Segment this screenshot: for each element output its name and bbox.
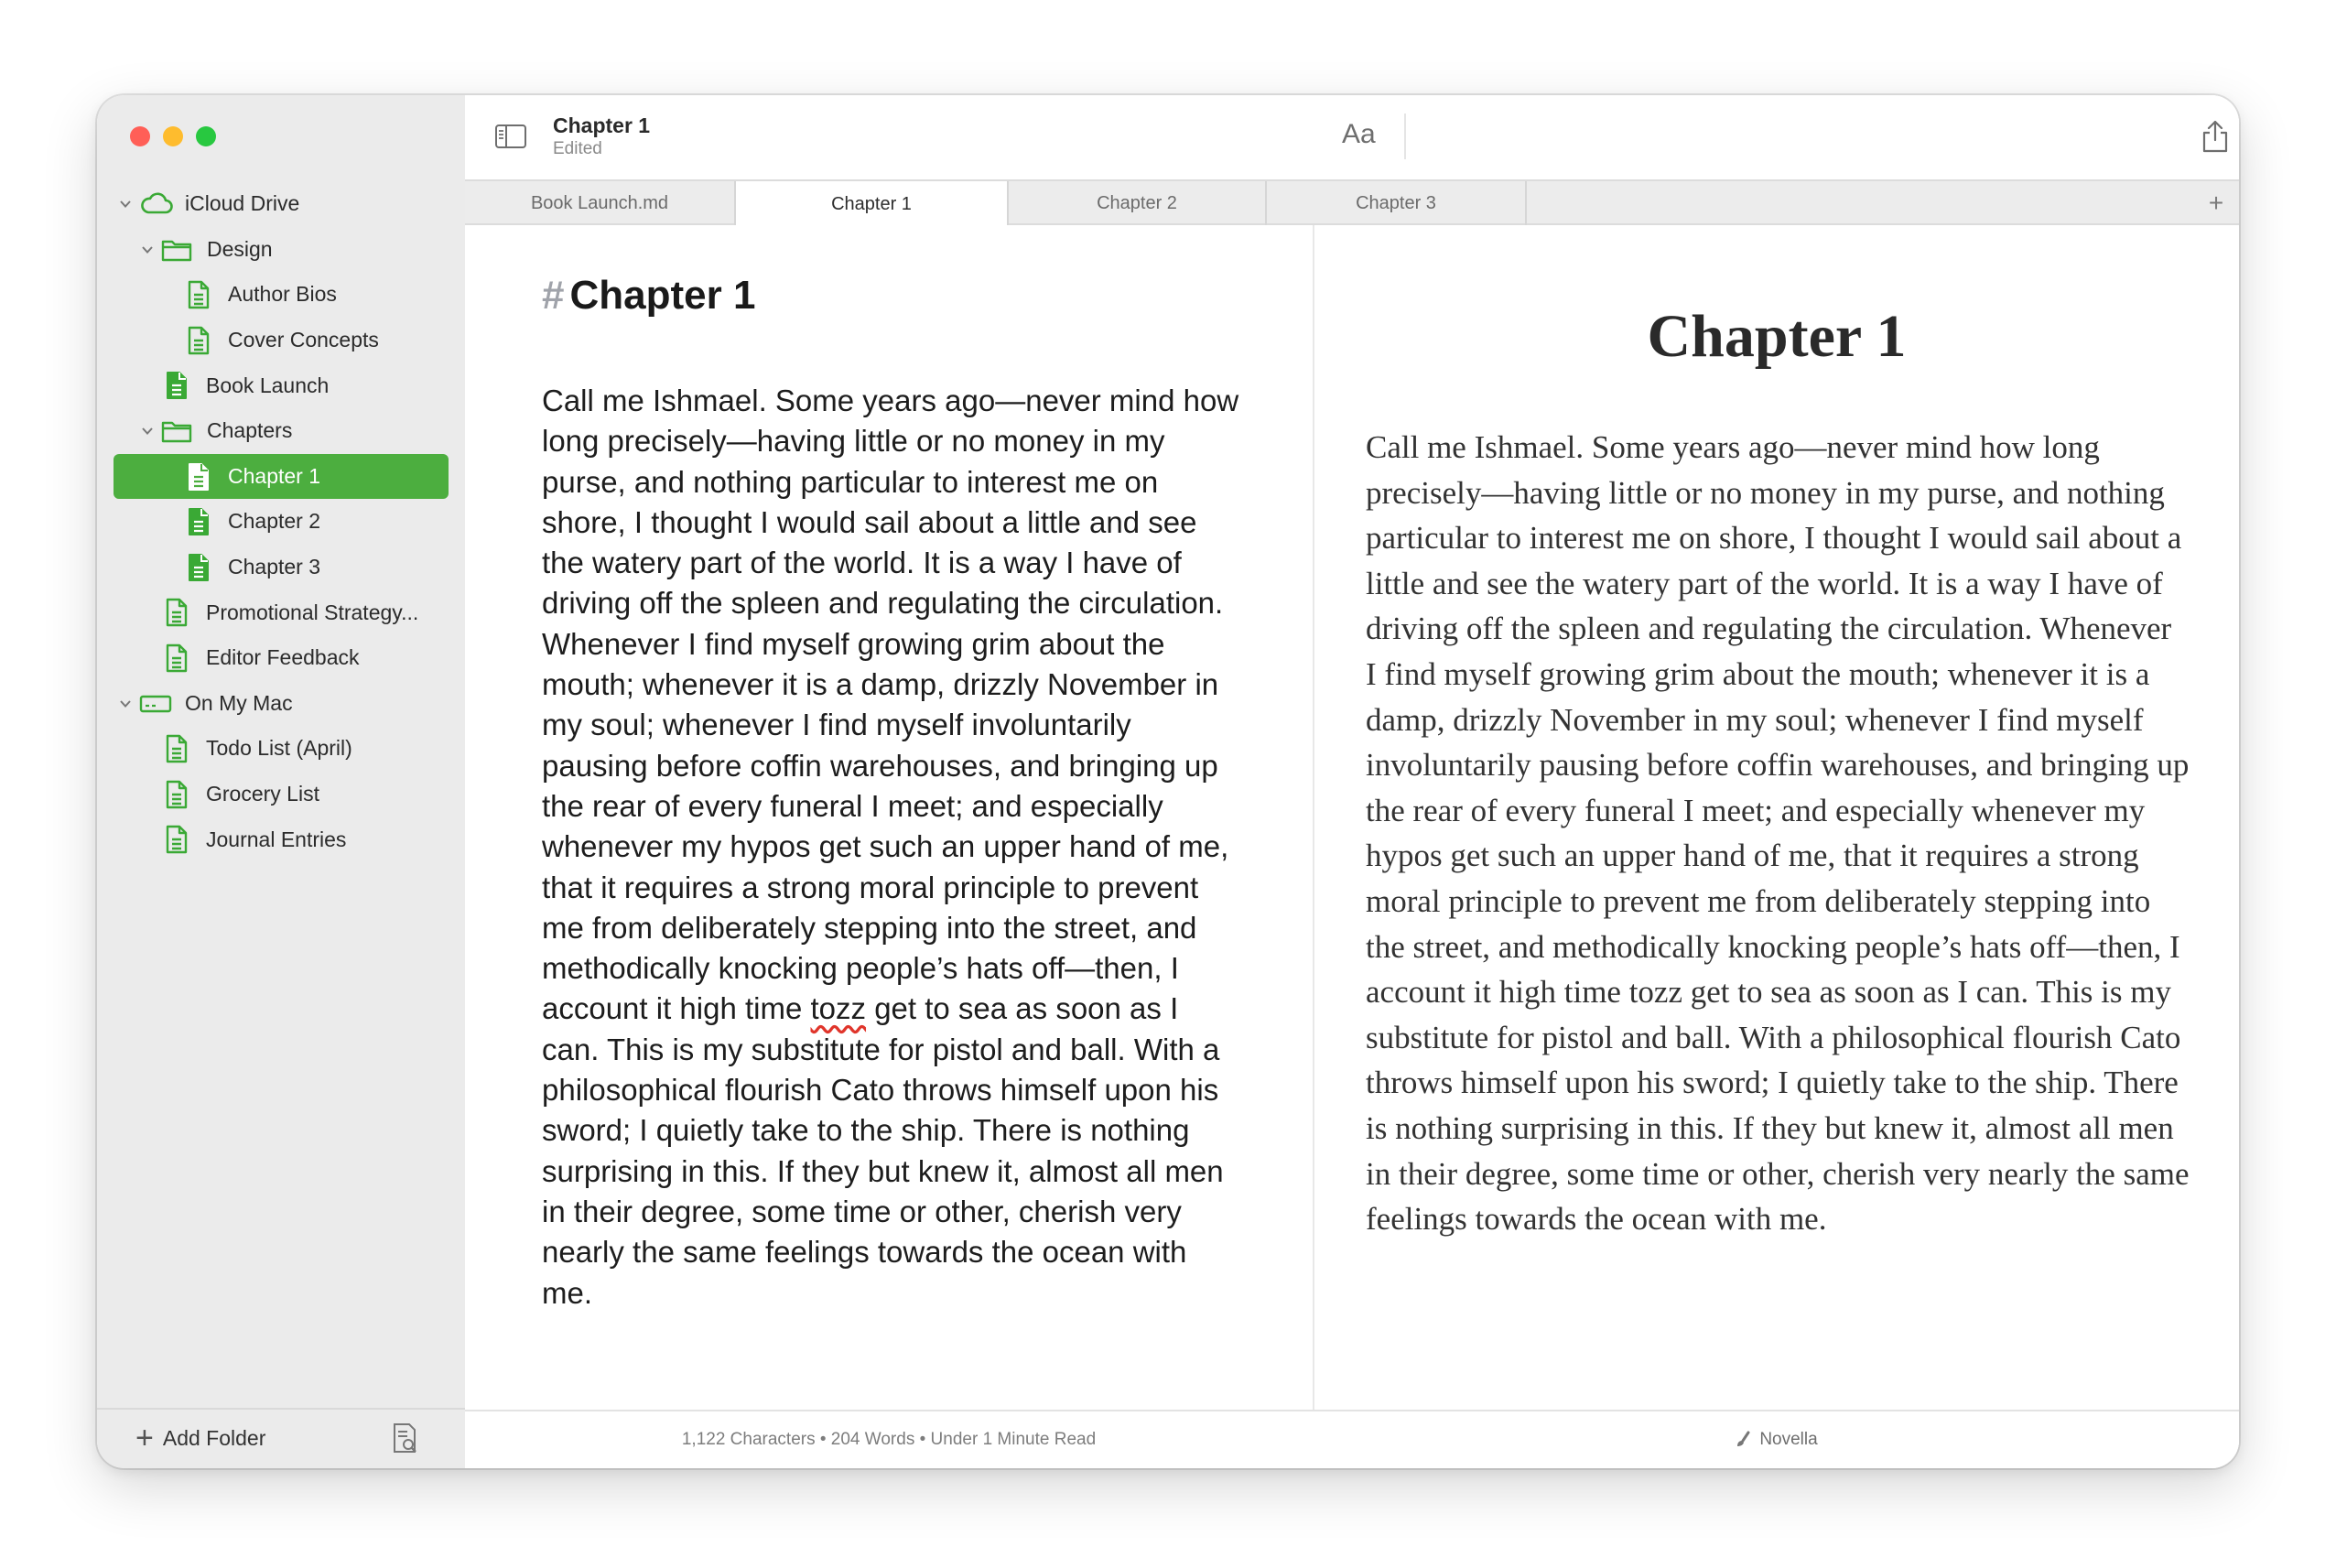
tab-bar: Book Launch.md Chapter 1 Chapter 2 Chapt… bbox=[465, 179, 2239, 227]
tree-item-chapter-1[interactable]: Chapter 1 bbox=[114, 453, 449, 500]
add-folder-label: Add Folder bbox=[162, 1425, 266, 1450]
tree-item-chapter-2[interactable]: Chapter 2 bbox=[97, 499, 465, 545]
tree-item-label: Chapter 1 bbox=[228, 463, 321, 488]
tree-item-chapter-3[interactable]: Chapter 3 bbox=[97, 545, 465, 590]
tree-item-label: Todo List (April) bbox=[206, 736, 352, 761]
document-status: Edited bbox=[553, 139, 602, 158]
chevron-down-icon[interactable] bbox=[141, 243, 154, 256]
sidebar-toggle-icon[interactable] bbox=[494, 123, 527, 150]
document-icon bbox=[166, 643, 188, 673]
document-filled-icon bbox=[189, 462, 209, 491]
tree-item-label: Chapters bbox=[207, 418, 293, 443]
document-search-icon[interactable] bbox=[392, 1422, 419, 1455]
document-title: Chapter 1 bbox=[553, 114, 651, 137]
heading-marker: # bbox=[542, 273, 565, 318]
tree-item-chapters[interactable]: Chapters bbox=[97, 408, 465, 454]
tree-item-label: Editor Feedback bbox=[206, 645, 360, 670]
tab-book-launch[interactable]: Book Launch.md bbox=[465, 181, 736, 225]
tree-item-label: Chapter 2 bbox=[228, 509, 321, 534]
tree-item-label: Cover Concepts bbox=[228, 328, 379, 352]
tab-chapter-2[interactable]: Chapter 2 bbox=[1009, 181, 1267, 225]
editor-heading-text: Chapter 1 bbox=[569, 273, 756, 318]
file-tree: iCloud Drive Design Author Bios Cover Co… bbox=[97, 181, 465, 862]
folder-icon bbox=[161, 240, 192, 261]
tree-item-label: Journal Entries bbox=[206, 827, 347, 851]
app-window: iCloud Drive Design Author Bios Cover Co… bbox=[97, 95, 2239, 1468]
tree-item-todo-list[interactable]: Todo List (April) bbox=[97, 726, 465, 772]
tree-item-label: Author Bios bbox=[228, 282, 337, 307]
close-window-button[interactable] bbox=[130, 126, 150, 146]
tree-item-icloud-drive[interactable]: iCloud Drive bbox=[97, 181, 465, 227]
document-statistics: 1,122 Characters • 204 Words • Under 1 M… bbox=[681, 1430, 1097, 1449]
editor-text[interactable]: Call me Ishmael. Some years ago—never mi… bbox=[542, 381, 1243, 1314]
tree-item-label: Chapter 3 bbox=[228, 555, 321, 579]
sidebar: iCloud Drive Design Author Bios Cover Co… bbox=[97, 95, 467, 1468]
document-filled-icon bbox=[189, 553, 209, 581]
disk-icon bbox=[139, 695, 172, 712]
paintbrush-icon bbox=[1737, 1431, 1750, 1446]
status-bar: 1,122 Characters • 204 Words • Under 1 M… bbox=[465, 1410, 2239, 1468]
tree-item-design[interactable]: Design bbox=[97, 227, 465, 273]
theme-name: Novella bbox=[1759, 1430, 1818, 1449]
tree-item-grocery-list[interactable]: Grocery List bbox=[97, 772, 465, 817]
document-filled-icon bbox=[167, 372, 187, 400]
tree-item-cover-concepts[interactable]: Cover Concepts bbox=[97, 318, 465, 363]
tree-item-label: On My Mac bbox=[185, 690, 293, 715]
preview-heading: Chapter 1 bbox=[1647, 303, 1907, 370]
chevron-down-icon[interactable] bbox=[119, 697, 132, 710]
document-icon bbox=[166, 826, 188, 854]
tab-chapter-1[interactable]: Chapter 1 bbox=[736, 181, 1009, 227]
tree-item-editor-feedback[interactable]: Editor Feedback bbox=[97, 635, 465, 681]
minimize-window-button[interactable] bbox=[163, 126, 183, 146]
misspelled-word[interactable]: tozz bbox=[811, 991, 867, 1025]
zoom-window-button[interactable] bbox=[196, 126, 216, 146]
editor-heading: # Chapter 1 bbox=[542, 273, 755, 319]
document-icon bbox=[188, 326, 210, 354]
tree-item-on-my-mac[interactable]: On My Mac bbox=[97, 681, 465, 727]
editor-text-part: Call me Ishmael. Some years ago—never mi… bbox=[542, 384, 1239, 1026]
tree-item-author-bios[interactable]: Author Bios bbox=[97, 272, 465, 318]
document-filled-icon bbox=[189, 508, 209, 536]
document-icon bbox=[188, 280, 210, 309]
markdown-editor[interactable]: # Chapter 1 Call me Ishmael. Some years a… bbox=[465, 225, 1313, 1410]
document-icon bbox=[166, 734, 188, 763]
preview-text: Call me Ishmael. Some years ago—never mi… bbox=[1366, 429, 2190, 1238]
cloud-icon bbox=[141, 192, 173, 214]
tree-item-label: iCloud Drive bbox=[185, 191, 300, 216]
main-area: Chapter 1 Edited Aa Book Launch.md Chapt… bbox=[465, 95, 2239, 1468]
tree-item-journal-entries[interactable]: Journal Entries bbox=[97, 816, 465, 862]
toolbar: Chapter 1 Edited Aa bbox=[465, 95, 2239, 179]
chevron-down-icon[interactable] bbox=[141, 425, 154, 438]
toolbar-divider bbox=[1404, 114, 1406, 159]
share-icon[interactable] bbox=[2201, 119, 2230, 154]
tree-item-label: Grocery List bbox=[206, 782, 319, 806]
chevron-down-icon[interactable] bbox=[119, 198, 132, 211]
document-icon bbox=[166, 780, 188, 808]
editor-text-part: get to sea as soon as I can. This is my … bbox=[542, 991, 1224, 1310]
tree-item-book-launch[interactable]: Book Launch bbox=[97, 362, 465, 408]
tree-item-label: Design bbox=[207, 236, 273, 261]
folder-icon bbox=[161, 421, 192, 443]
theme-selector[interactable]: Novella bbox=[1314, 1411, 2239, 1468]
preview-pane: Chapter 1 Call me Ishmael. Some years ag… bbox=[1314, 225, 2239, 1410]
plus-icon: + bbox=[135, 1421, 154, 1455]
tree-item-promotional-strategy[interactable]: Promotional Strategy... bbox=[97, 589, 465, 635]
new-tab-button[interactable]: + bbox=[2193, 181, 2239, 225]
tree-item-label: Book Launch bbox=[206, 373, 330, 397]
add-folder-button[interactable]: + Add Folder bbox=[135, 1421, 266, 1455]
document-icon bbox=[166, 599, 188, 627]
font-settings-button[interactable]: Aa bbox=[1342, 119, 1376, 150]
tree-item-label: Promotional Strategy... bbox=[206, 600, 419, 624]
sidebar-footer: + Add Folder bbox=[97, 1408, 465, 1468]
tab-chapter-3[interactable]: Chapter 3 bbox=[1267, 181, 1527, 225]
